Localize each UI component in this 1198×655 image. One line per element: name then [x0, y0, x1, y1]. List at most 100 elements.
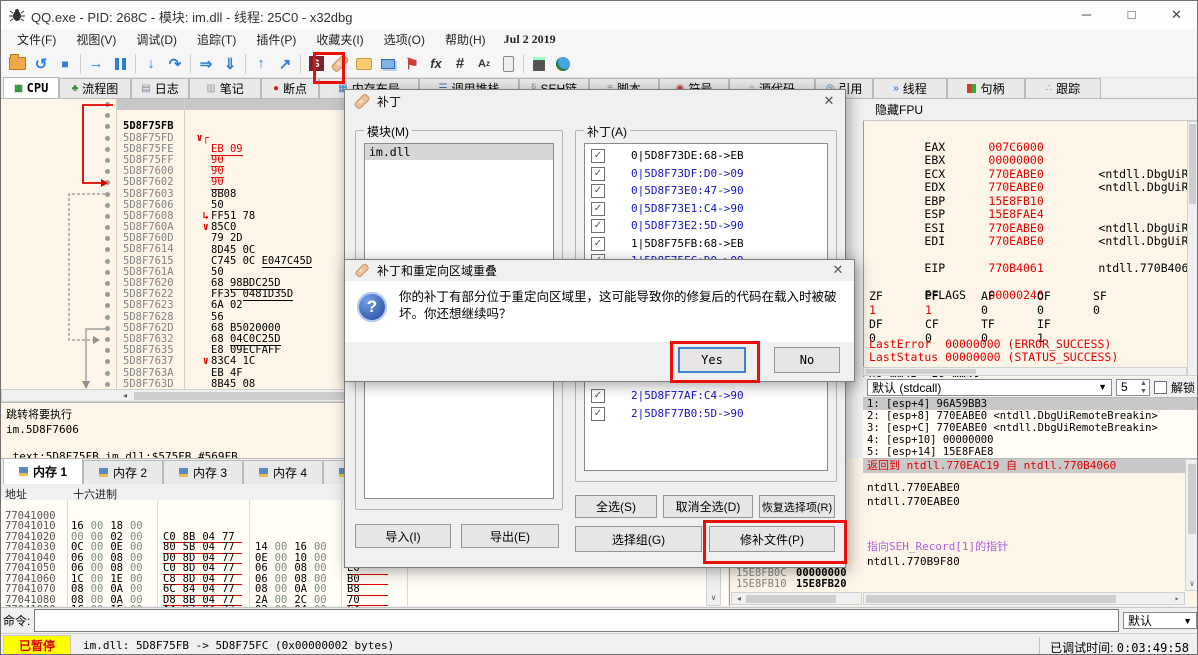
argument-row[interactable]: 5: [esp+14] 15E8FAE8 — [863, 446, 1198, 458]
patch-checkbox[interactable] — [591, 407, 605, 421]
patch-entry[interactable]: 0|5D8F73E2:5D->90 — [585, 217, 827, 235]
breakpoint-dot[interactable] — [105, 270, 110, 275]
argument-row[interactable]: 1: [esp+4] 96A59BB3 — [863, 398, 1198, 410]
patch-entry[interactable]: 2|5D8F77AF:C4->90 — [585, 387, 827, 405]
flag-item[interactable]: DF 0 — [869, 317, 925, 331]
stop-button[interactable]: ■ — [53, 53, 77, 75]
module-item-selected[interactable]: im.dll — [365, 144, 553, 160]
hide-fpu-button[interactable]: 隐藏FPU — [863, 99, 1198, 121]
calculator-button[interactable] — [527, 53, 551, 75]
patch-entry[interactable]: 0|5D8F73DE:68->EB — [585, 147, 827, 165]
breakpoint-dot[interactable] — [105, 348, 110, 353]
command-input[interactable] — [34, 609, 1119, 632]
patch-entry[interactable]: 0|5D8F73E0:47->90 — [585, 182, 827, 200]
step-into-button[interactable]: ↓ — [139, 53, 163, 75]
step-out-button[interactable]: ⇓ — [218, 53, 242, 75]
patch-checkbox[interactable] — [591, 184, 605, 198]
breakpoint-dot[interactable] — [105, 180, 110, 185]
command-script-combo[interactable]: 默认▼ — [1123, 612, 1197, 629]
tab-log[interactable]: ▤日志 — [131, 78, 189, 98]
breakpoint-dot[interactable] — [105, 292, 110, 297]
pause-button[interactable] — [108, 53, 132, 75]
argument-row[interactable]: 3: [esp+C] 770EABE0 <ntdll.DbgUiRemoteBr… — [863, 422, 1198, 434]
info-hscrollbar[interactable]: ▸ — [863, 592, 1185, 605]
breakpoint-dot[interactable] — [105, 247, 110, 252]
patch-entry[interactable]: 0|5D8F73DF:D0->09 — [585, 165, 827, 183]
patch-dialog-titlebar[interactable]: 补丁 — [345, 90, 845, 113]
tab-dump-2[interactable]: 内存 2 — [83, 460, 163, 484]
menu-view[interactable]: 视图(V) — [66, 31, 126, 48]
confirm-dialog-close-icon[interactable]: ✕ — [828, 261, 848, 279]
arg-count-spinner[interactable]: 5▲▼ — [1116, 379, 1150, 396]
argument-row[interactable]: 4: [esp+10] 00000000 — [863, 434, 1198, 446]
confirm-dialog-titlebar[interactable]: 补丁和重定向区域重叠 — [345, 260, 854, 281]
patch-checkbox[interactable] — [591, 219, 605, 233]
menu-options[interactable]: 选项(O) — [374, 31, 435, 48]
maximize-button[interactable]: □ — [1109, 1, 1154, 29]
switch-thread-icon[interactable]: S — [304, 53, 328, 75]
attach-button[interactable] — [496, 53, 520, 75]
breakpoint-dot[interactable] — [105, 136, 110, 141]
patch-checkbox[interactable] — [591, 237, 605, 251]
open-file-button[interactable] — [5, 53, 29, 75]
export-button[interactable]: 导出(E) — [461, 524, 559, 548]
pick-groups-button[interactable]: 选择组(G) — [575, 526, 702, 552]
menu-trace[interactable]: 追踪(T) — [187, 31, 246, 48]
patch-entry[interactable]: 2|5D8F77B0:5D->90 — [585, 405, 827, 423]
info-vscrollbar[interactable]: ∨ — [1185, 459, 1198, 591]
close-button[interactable]: ✕ — [1154, 1, 1198, 29]
flag-item[interactable]: ZF 1 — [869, 289, 925, 303]
crc-button[interactable]: # — [448, 53, 472, 75]
strings-button[interactable]: A z — [472, 53, 496, 75]
argument-row[interactable]: 2: [esp+8] 770EABE0 <ntdll.DbgUiRemoteBr… — [863, 410, 1198, 422]
tab-dump-1[interactable]: 内存 1 — [3, 458, 83, 484]
breakpoint-dot[interactable] — [105, 281, 110, 286]
callconv-combo[interactable]: 默认 (stdcall)▼ — [867, 379, 1112, 396]
dump-row[interactable]: 77041070 08000A00 A4D70477 18001A00 5084… — [1, 574, 728, 585]
breakpoint-dot[interactable] — [105, 192, 110, 197]
title-bar[interactable]: QQ.exe - PID: 268C - 模块: im.dll - 线程: 25… — [1, 1, 1198, 29]
restart-button[interactable]: ↺ — [29, 53, 53, 75]
comments-button[interactable] — [352, 53, 376, 75]
tab-cpu[interactable]: CPU — [3, 77, 59, 98]
registers-hscrollbar[interactable] — [863, 367, 1187, 376]
step-over-button[interactable]: ↷ — [163, 53, 187, 75]
labels-button[interactable] — [376, 53, 400, 75]
import-button[interactable]: 导入(I) — [355, 524, 451, 548]
breakpoint-dot[interactable] — [105, 303, 110, 308]
breakpoint-dot[interactable] — [105, 113, 110, 118]
patch-checkbox[interactable] — [591, 167, 605, 181]
tab-trace[interactable]: ∴跟踪 — [1025, 78, 1101, 98]
no-button[interactable]: No — [774, 347, 840, 373]
deselect-all-button[interactable]: 取消全选(D) — [663, 495, 753, 518]
breakpoint-dot[interactable] — [105, 371, 110, 376]
breakpoint-dot[interactable] — [105, 259, 110, 264]
menu-favourites[interactable]: 收藏夹(I) — [306, 31, 373, 48]
patch-checkbox[interactable] — [591, 149, 605, 163]
arguments-panel[interactable]: 1: [esp+4] 96A59BB32: [esp+8] 770EABE0 <… — [863, 397, 1198, 459]
internet-button[interactable] — [551, 53, 575, 75]
tab-notes[interactable]: ▥笔记 — [189, 78, 261, 98]
patch-checkbox[interactable] — [591, 389, 605, 403]
animate-into-button[interactable]: ⇒ — [194, 53, 218, 75]
patches-button[interactable] — [328, 53, 352, 75]
stack-hscrollbar[interactable]: ◂ — [731, 592, 862, 605]
breakpoint-dot[interactable] — [105, 169, 110, 174]
breakpoint-dot[interactable] — [105, 102, 110, 107]
breakpoint-dot[interactable] — [105, 203, 110, 208]
flag-item[interactable]: IF 1 — [1037, 317, 1093, 331]
menu-debug[interactable]: 调试(D) — [126, 31, 187, 48]
tab-graph[interactable]: ♣流程图 — [59, 78, 131, 98]
breakpoint-dot[interactable] — [105, 124, 110, 129]
flag-item[interactable]: TF 0 — [981, 317, 1037, 331]
select-all-button[interactable]: 全选(S) — [575, 495, 657, 518]
restore-selection-button[interactable]: 恢复选择项(R) — [759, 495, 835, 518]
breakpoint-dot[interactable] — [105, 337, 110, 342]
flag-item[interactable]: CF 0 — [925, 317, 981, 331]
tab-breakpoints[interactable]: ●断点 — [261, 78, 319, 98]
patch-entry[interactable]: 1|5D8F75FB:68->EB — [585, 235, 827, 253]
patch-file-button[interactable]: 修补文件(P) — [709, 526, 835, 552]
breakpoint-dot[interactable] — [105, 147, 110, 152]
flag-item[interactable]: AF 0 — [981, 289, 1037, 303]
tab-dump-4[interactable]: 内存 4 — [243, 460, 323, 484]
